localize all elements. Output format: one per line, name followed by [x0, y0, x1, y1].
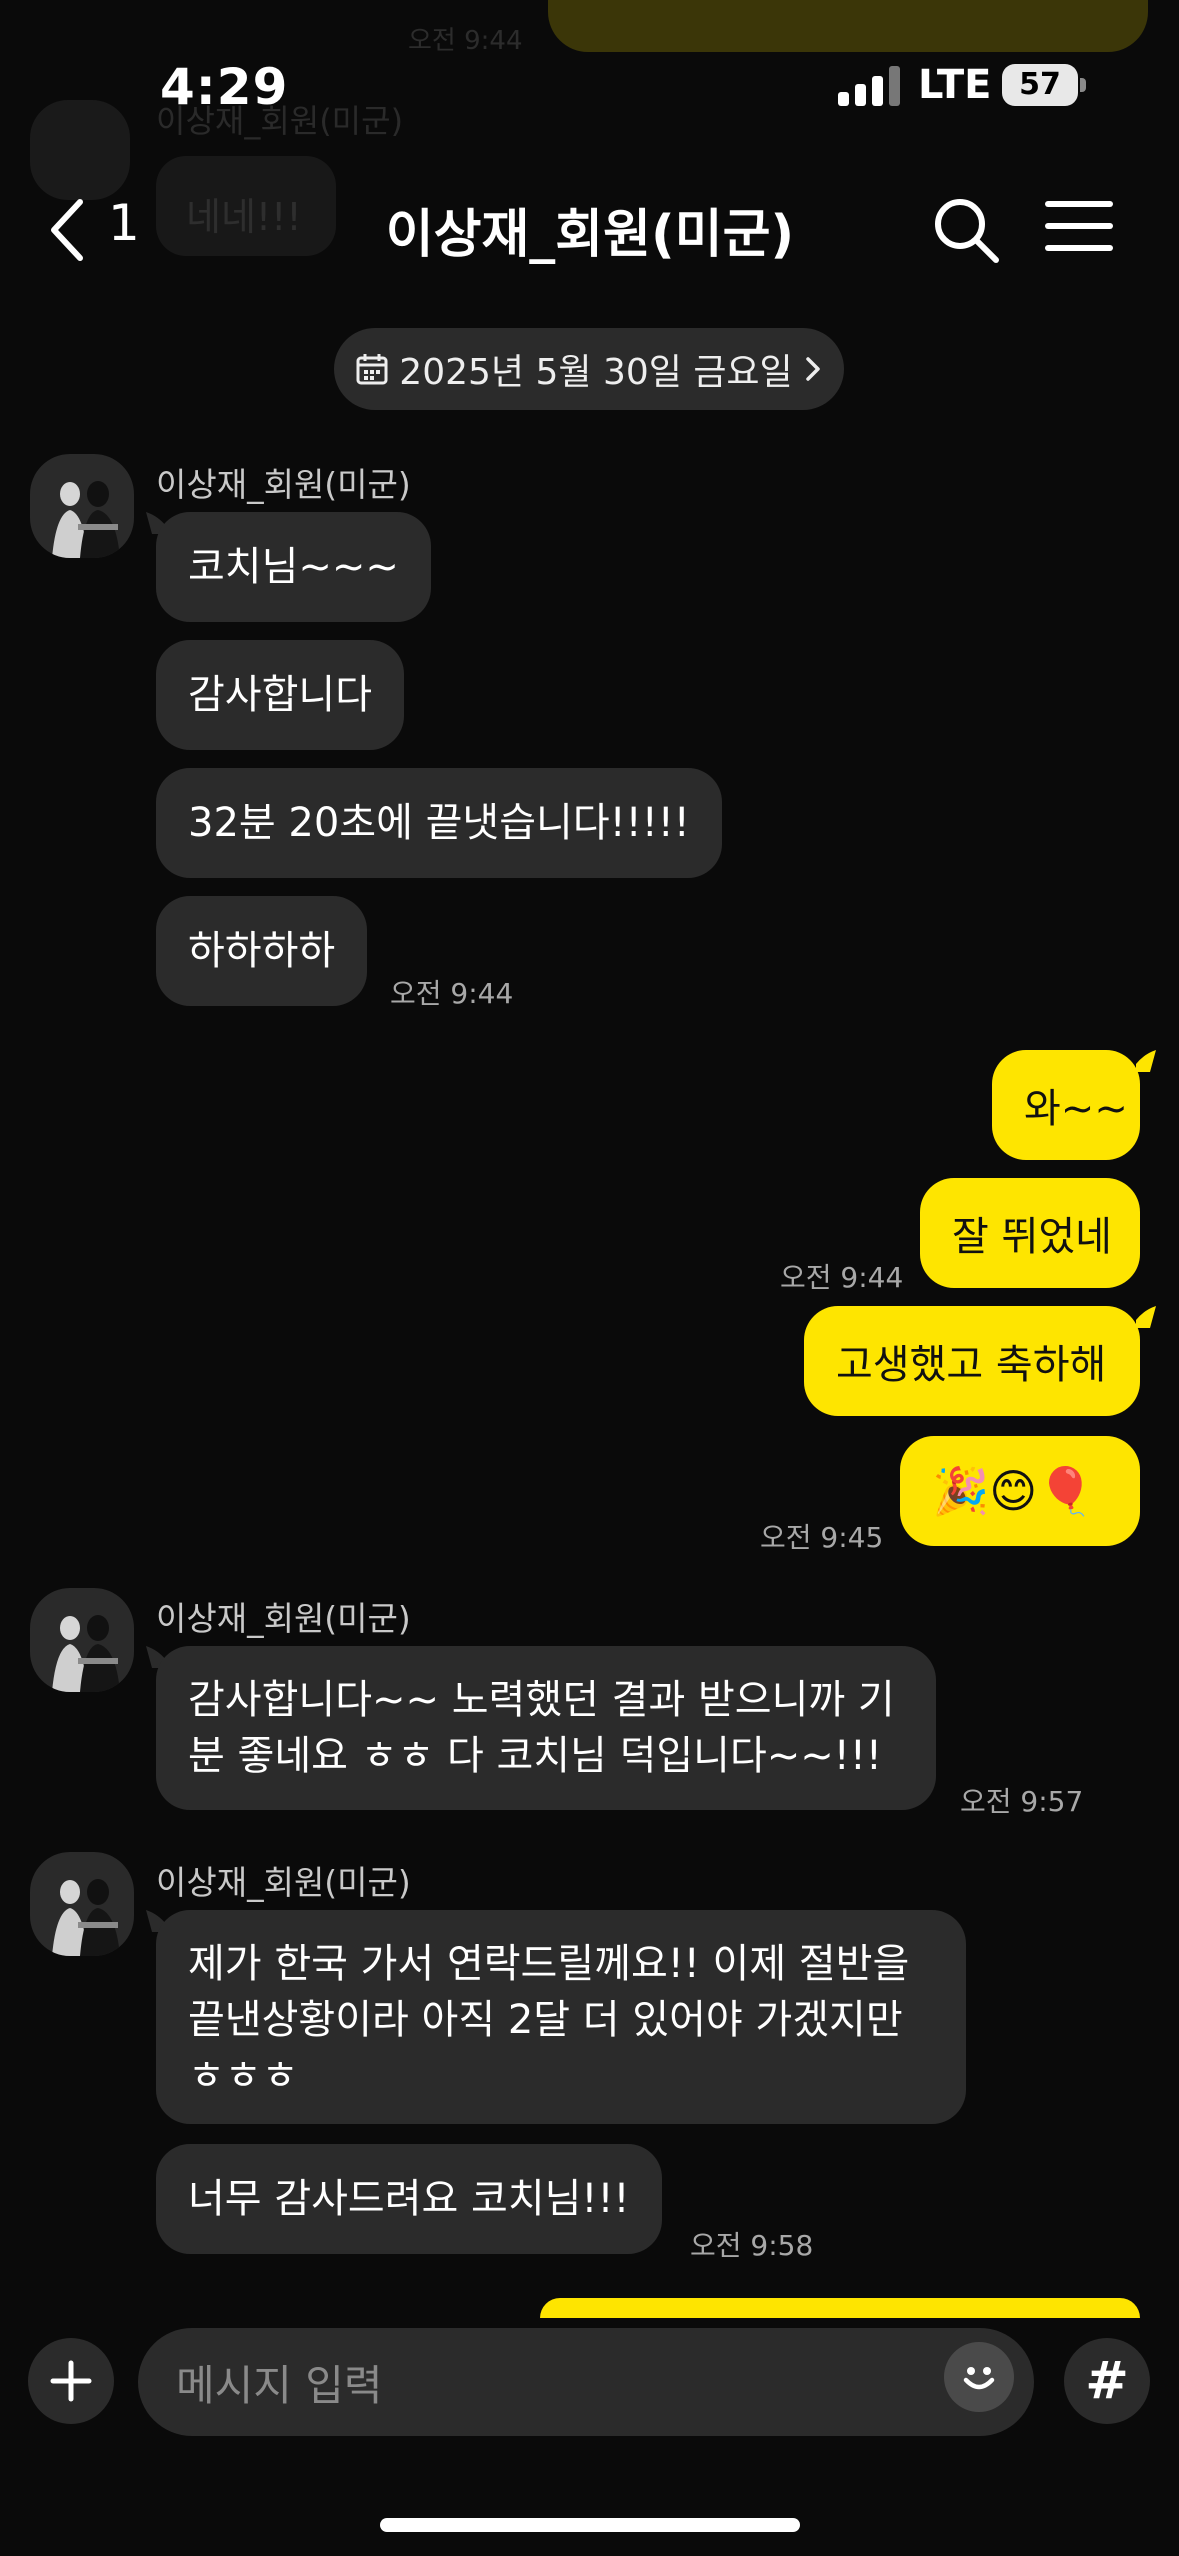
ghost-message-text: 네네!!! [186, 195, 302, 239]
timestamp: 오전 9:44 [390, 977, 514, 1010]
search-icon [935, 199, 999, 263]
chevron-right-icon [805, 357, 820, 381]
timestamp: 오전 9:45 [760, 1521, 884, 1554]
menu-icon [1045, 201, 1113, 251]
avatar[interactable] [30, 454, 134, 558]
search-button[interactable] [926, 190, 1006, 270]
plus-icon [50, 2360, 92, 2402]
incoming-bubble[interactable]: 너무 감사드려요 코치님!!! [156, 2144, 662, 2254]
ghost-timestamp: 오전 9:44 [408, 26, 523, 56]
ghost-outgoing-bubble [548, 0, 1148, 52]
message-input-placeholder: 메시지 입력 [176, 2361, 383, 2410]
menu-button[interactable] [1044, 196, 1114, 256]
date-divider[interactable]: 2025년 5월 30일 금요일 [334, 328, 844, 410]
home-indicator [380, 2518, 800, 2532]
outgoing-bubble[interactable]: 고생했고 축하해 [804, 1306, 1140, 1416]
attach-button[interactable] [28, 2338, 114, 2424]
avatar[interactable] [30, 1852, 134, 1956]
incoming-bubble[interactable]: 제가 한국 가서 연락드릴께요!! 이제 절반을 끝낸상황이라 아직 2달 더 … [156, 1910, 966, 2124]
back-chevron-icon [51, 199, 83, 261]
timestamp: 오전 9:58 [690, 2229, 814, 2262]
emoji-icon [963, 2367, 995, 2390]
bubble-tail [1136, 1050, 1156, 1072]
sender-name: 이상재_회원(미군) [156, 465, 411, 504]
battery-tip [1080, 78, 1086, 92]
incoming-bubble[interactable]: 하하하하 [156, 896, 368, 1006]
network-type: LTE [918, 62, 992, 108]
calendar-icon [356, 354, 388, 385]
incoming-bubble[interactable]: 감사합니다 [156, 640, 404, 750]
ghost-avatar [30, 100, 130, 200]
timestamp: 오전 9:44 [780, 1261, 904, 1294]
outgoing-bubble[interactable]: 잘 뛰었네 [920, 1178, 1140, 1288]
battery-icon: 57 [1002, 64, 1078, 106]
incoming-bubble[interactable]: 코치님~~~ [156, 512, 431, 622]
sender-name: 이상재_회원(미군) [156, 1863, 411, 1902]
outgoing-bubble-partial [540, 2298, 1140, 2318]
hash-button[interactable]: # [1064, 2338, 1150, 2424]
hash-icon: # [1085, 2351, 1129, 2411]
signal-icon [838, 66, 900, 106]
incoming-bubble[interactable]: 32분 20초에 끝냇습니다!!!!! [156, 768, 722, 878]
bubble-tail [1136, 1306, 1156, 1328]
timestamp: 오전 9:57 [960, 1785, 1084, 1818]
emoji-bubble[interactable]: 🎉😊🎈 [900, 1436, 1140, 1546]
avatar[interactable] [30, 1588, 134, 1692]
outgoing-bubble[interactable]: 와~~ [992, 1050, 1140, 1160]
date-text: 2025년 5월 30일 금요일 [399, 352, 793, 393]
status-time: 4:29 [160, 58, 289, 116]
chat-title: 이상재_회원(미군) [385, 205, 795, 265]
unread-count[interactable]: 1 [108, 194, 140, 252]
emoji-button[interactable] [944, 2342, 1014, 2412]
back-button[interactable] [40, 190, 100, 270]
sender-name: 이상재_회원(미군) [156, 1599, 411, 1638]
incoming-bubble[interactable]: 감사합니다~~ 노력했던 결과 받으니까 기분 좋네요 ㅎㅎ 다 코치님 덕입니… [156, 1646, 936, 1810]
